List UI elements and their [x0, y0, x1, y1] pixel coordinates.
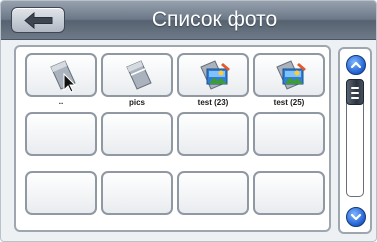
arrow-left-icon — [24, 12, 53, 29]
scrollbar — [338, 47, 372, 234]
grid-empty-slot[interactable] — [101, 171, 173, 215]
grip-icon — [351, 92, 359, 94]
photo-grid: .. pics test (23) test (25) — [14, 45, 331, 232]
grid-item-parent-folder[interactable] — [25, 53, 97, 97]
header-bar: Список фото — [1, 1, 376, 40]
chevron-down-icon — [350, 213, 362, 221]
grid-empty-slot[interactable] — [253, 112, 325, 156]
grid-item-folder[interactable] — [101, 53, 173, 97]
grid-item-label: test (23) — [197, 98, 229, 107]
grip-icon — [351, 97, 359, 99]
back-button[interactable] — [11, 7, 65, 33]
scroll-down-button[interactable] — [346, 207, 366, 227]
folder-up-icon — [50, 60, 77, 93]
grid-empty-slot[interactable] — [177, 112, 249, 156]
grid-item-label: pics — [128, 98, 145, 107]
photo-folder-icon — [200, 60, 230, 90]
grid-item-label: .. — [58, 97, 64, 106]
scroll-track[interactable] — [346, 79, 364, 197]
scroll-up-button[interactable] — [346, 55, 366, 75]
photo-list-screen: Список фото .. pics test (23) test (25) — [0, 0, 377, 242]
page-title: Список фото — [151, 8, 278, 31]
grip-icon — [351, 87, 359, 89]
grid-item-label: test (25) — [273, 98, 305, 107]
grid-empty-slot[interactable] — [101, 112, 173, 156]
folder-icon — [126, 60, 152, 90]
grid-empty-slot[interactable] — [25, 112, 97, 156]
grid-empty-slot[interactable] — [177, 171, 249, 215]
grid-empty-slot[interactable] — [25, 171, 97, 215]
photo-folder-icon — [276, 60, 306, 90]
scroll-thumb[interactable] — [346, 79, 364, 105]
grid-item-photo-folder[interactable] — [177, 53, 249, 97]
grid-empty-slot[interactable] — [253, 171, 325, 215]
grid-item-photo-folder[interactable] — [253, 53, 325, 97]
chevron-up-icon — [350, 61, 362, 69]
